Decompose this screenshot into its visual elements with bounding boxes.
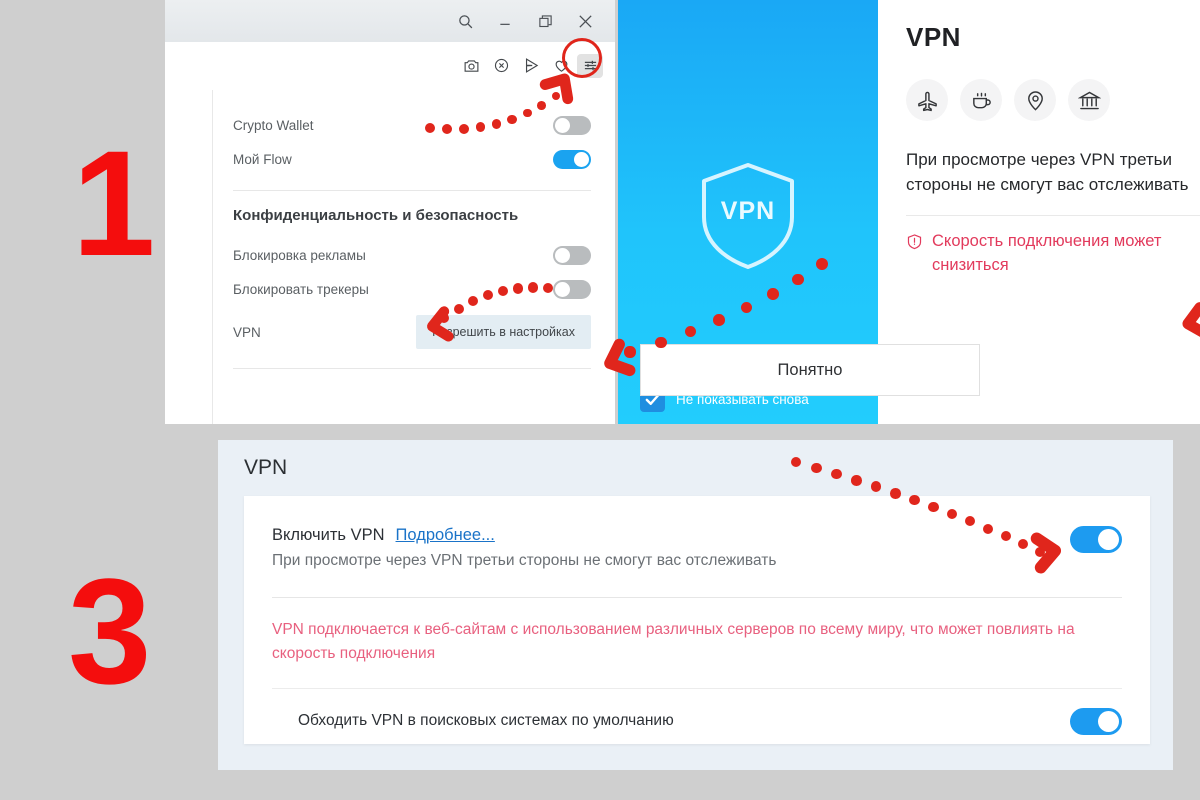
setting-row-my-flow[interactable]: Мой Flow bbox=[233, 142, 591, 176]
window-titlebar bbox=[165, 0, 615, 42]
setting-row-ad-block[interactable]: Блокировка рекламы bbox=[233, 238, 591, 272]
search-icon[interactable] bbox=[445, 0, 485, 42]
arrow-dot bbox=[512, 283, 524, 294]
vpn-feature-icons bbox=[906, 79, 1200, 121]
enable-vpn-heading: Включить VPN Подробнее... bbox=[272, 526, 776, 545]
vpn-speed-warning: Скорость подключения может снизиться bbox=[906, 230, 1200, 278]
setting-label: Crypto Wallet bbox=[233, 117, 314, 133]
arrow-dot bbox=[459, 124, 470, 134]
vpn-settings-card: Включить VPN Подробнее... При просмотре … bbox=[244, 496, 1150, 744]
warning-icon bbox=[906, 233, 923, 278]
settings-body: Crypto Wallet Мой Flow Конфиденциальност… bbox=[165, 90, 615, 424]
coffee-cup-icon bbox=[960, 79, 1002, 121]
vpn-speed-warning-text: Скорость подключения может снизиться bbox=[932, 232, 1162, 275]
setting-row-crypto-wallet[interactable]: Crypto Wallet bbox=[233, 108, 591, 142]
arrow-dot bbox=[890, 488, 901, 499]
bypass-vpn-row[interactable]: Обходить VPN в поисковых системах по умо… bbox=[272, 689, 1122, 753]
arrow-dot bbox=[655, 336, 667, 349]
restore-icon[interactable] bbox=[525, 0, 565, 42]
browser-settings-panel: Crypto Wallet Мой Flow Конфиденциальност… bbox=[165, 0, 615, 424]
setting-label: Мой Flow bbox=[233, 151, 292, 167]
shield-off-icon[interactable] bbox=[487, 52, 516, 80]
arrow-dot bbox=[766, 288, 779, 300]
arrow-dot bbox=[909, 494, 920, 506]
enable-vpn-subtitle: При просмотре через VPN третьи стороны н… bbox=[272, 552, 777, 569]
enable-vpn-toggle[interactable] bbox=[1070, 526, 1122, 553]
arrow-dot bbox=[527, 282, 539, 293]
step-number-1: 1 bbox=[72, 119, 155, 287]
enable-vpn-row[interactable]: Включить VPN Подробнее... При просмотре … bbox=[272, 496, 1122, 570]
privacy-section-title: Конфиденциальность и безопасность bbox=[233, 207, 519, 224]
camera-icon[interactable] bbox=[457, 52, 486, 80]
arrow-head bbox=[427, 306, 454, 342]
arrow-head bbox=[1030, 532, 1062, 574]
vpn-shield-icon: VPN bbox=[688, 155, 808, 275]
arrow-dot bbox=[522, 108, 532, 118]
close-icon[interactable] bbox=[565, 0, 605, 42]
bypass-vpn-toggle[interactable] bbox=[1070, 707, 1122, 735]
setting-label: Блокировать трекеры bbox=[233, 281, 369, 297]
setting-row-vpn[interactable]: VPN Разрешить в настройках bbox=[233, 306, 591, 358]
ad-block-toggle[interactable] bbox=[553, 245, 591, 265]
vpn-settings-page: VPN Включить VPN Подробнее... При просмо… bbox=[218, 440, 1173, 770]
arrow-dot bbox=[816, 258, 828, 270]
divider bbox=[272, 597, 1122, 598]
learn-more-link[interactable]: Подробнее... bbox=[396, 526, 495, 545]
airplane-icon bbox=[906, 79, 948, 121]
divider bbox=[233, 190, 591, 191]
arrow-dot bbox=[928, 501, 939, 513]
divider bbox=[906, 215, 1200, 217]
minimize-icon[interactable] bbox=[485, 0, 525, 42]
divider bbox=[233, 368, 591, 369]
bypass-vpn-label: Обходить VPN в поисковых системах по умо… bbox=[298, 712, 674, 730]
setting-label: VPN bbox=[233, 324, 261, 340]
arrow-dot bbox=[491, 119, 502, 129]
settings-side-rail bbox=[165, 90, 213, 424]
vpn-popup-title: VPN bbox=[906, 22, 961, 52]
vpn-popup-description: При просмотре через VPN третьи стороны н… bbox=[906, 150, 1189, 195]
arrow-dot bbox=[811, 462, 822, 474]
my-flow-toggle[interactable] bbox=[553, 149, 591, 169]
arrow-dot bbox=[537, 100, 547, 110]
vpn-settings-title: VPN bbox=[244, 456, 288, 479]
vpn-shield-label: VPN bbox=[720, 197, 776, 225]
arrow-dot bbox=[851, 474, 862, 486]
arrow-dot bbox=[507, 114, 517, 124]
vpn-servers-warning: VPN подключается к веб-сайтам с использо… bbox=[272, 621, 1075, 663]
bank-icon bbox=[1068, 79, 1110, 121]
arrow-dot bbox=[1000, 531, 1011, 542]
arrow-dot bbox=[713, 314, 725, 326]
got-it-button[interactable]: Понятно bbox=[640, 344, 980, 396]
settings-content: Crypto Wallet Мой Flow Конфиденциальност… bbox=[213, 90, 615, 424]
step-number-3: 3 bbox=[68, 547, 151, 715]
crypto-wallet-toggle[interactable] bbox=[553, 115, 591, 135]
block-trackers-toggle[interactable] bbox=[553, 279, 591, 299]
vpn-intro-popup: VPN Не показывать снова VPN При просмотр… bbox=[618, 0, 1200, 424]
enable-vpn-label: Включить VPN bbox=[272, 526, 385, 544]
arrow-dot bbox=[982, 523, 994, 534]
location-pin-icon bbox=[1014, 79, 1056, 121]
setting-label: Блокировка рекламы bbox=[233, 247, 366, 263]
